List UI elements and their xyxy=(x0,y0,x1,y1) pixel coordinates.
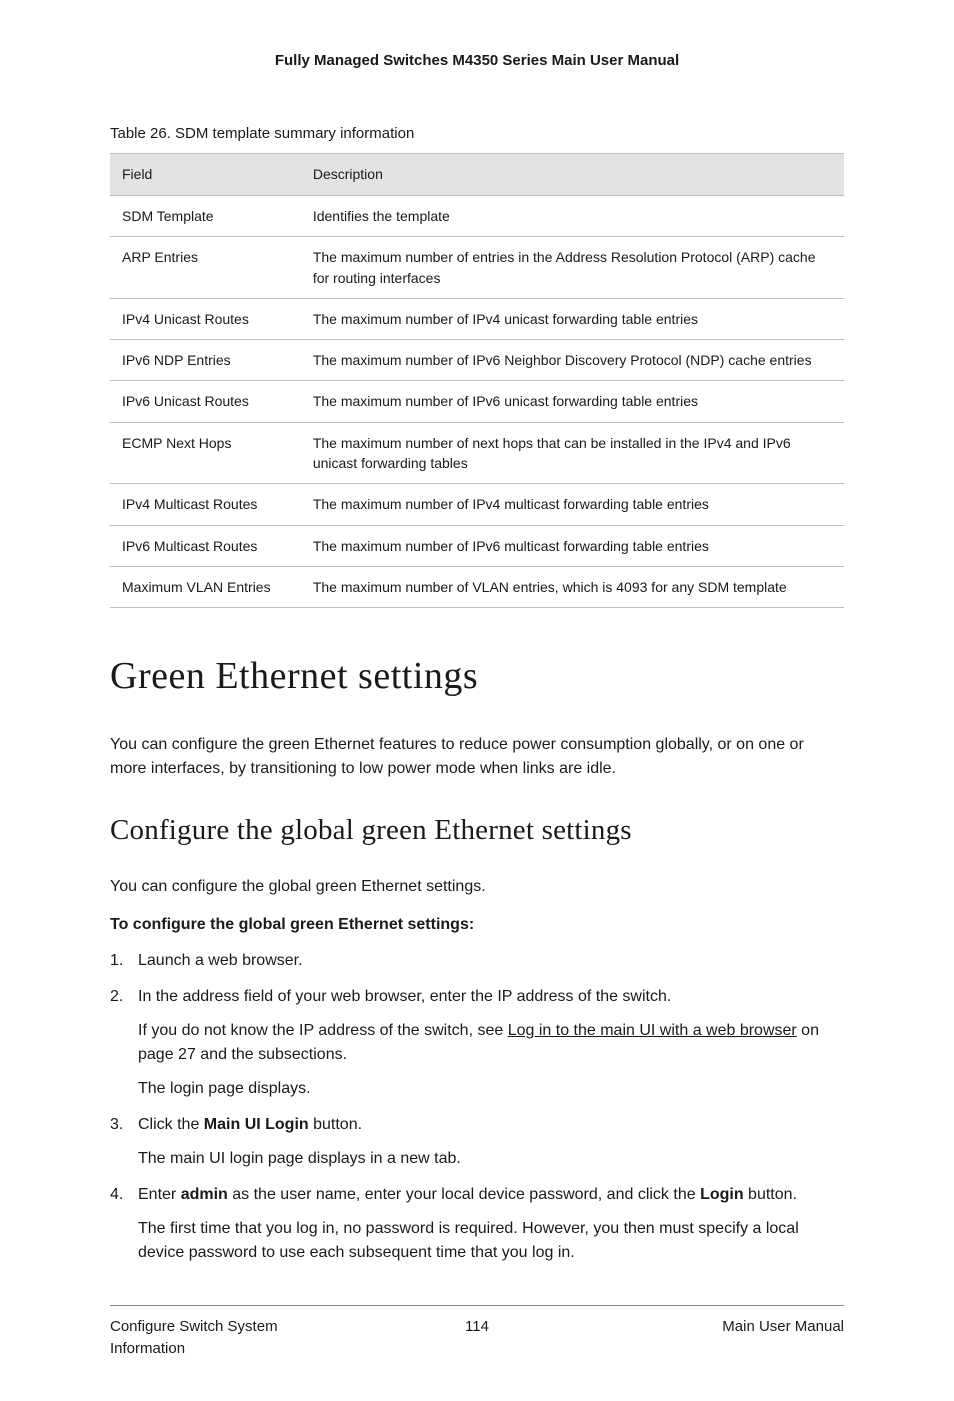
table-row: IPv4 Unicast RoutesThe maximum number of… xyxy=(110,298,844,339)
procedure-title: To configure the global green Ethernet s… xyxy=(110,913,844,937)
cell-field: IPv4 Multicast Routes xyxy=(110,484,301,525)
step-subtext: The first time that you log in, no passw… xyxy=(138,1217,844,1265)
step-2: In the address field of your web browser… xyxy=(110,985,844,1101)
cell-field: IPv6 NDP Entries xyxy=(110,340,301,381)
table-row: IPv4 Multicast RoutesThe maximum number … xyxy=(110,484,844,525)
table-row: ECMP Next HopsThe maximum number of next… xyxy=(110,422,844,484)
footer-right: Main User Manual xyxy=(602,1316,844,1339)
ui-label-bold: admin xyxy=(181,1186,228,1203)
cell-desc: The maximum number of VLAN entries, whic… xyxy=(301,566,844,607)
cell-desc: The maximum number of IPv4 unicast forwa… xyxy=(301,298,844,339)
text-fragment: If you do not know the IP address of the… xyxy=(138,1022,508,1039)
cell-desc: The maximum number of IPv6 multicast for… xyxy=(301,525,844,566)
step-text: Launch a web browser. xyxy=(138,952,303,969)
cell-desc: Identifies the template xyxy=(301,196,844,237)
page-footer: Configure Switch System Information 114 … xyxy=(110,1305,844,1361)
table-row: IPv6 NDP EntriesThe maximum number of IP… xyxy=(110,340,844,381)
step-text: In the address field of your web browser… xyxy=(138,988,671,1005)
text-fragment: as the user name, enter your local devic… xyxy=(228,1186,700,1203)
step-subtext: If you do not know the IP address of the… xyxy=(138,1019,844,1067)
ui-label-bold: Main UI Login xyxy=(204,1116,309,1133)
table-caption: Table 26. SDM template summary informati… xyxy=(110,123,844,146)
step-subtext: The main UI login page displays in a new… xyxy=(138,1147,844,1171)
sdm-template-table: Field Description SDM TemplateIdentifies… xyxy=(110,153,844,608)
text-fragment: Enter xyxy=(138,1186,181,1203)
table-row: IPv6 Multicast RoutesThe maximum number … xyxy=(110,525,844,566)
cell-desc: The maximum number of entries in the Add… xyxy=(301,237,844,299)
table-row: Maximum VLAN EntriesThe maximum number o… xyxy=(110,566,844,607)
cell-field: IPv4 Unicast Routes xyxy=(110,298,301,339)
step-3: Click the Main UI Login button. The main… xyxy=(110,1113,844,1171)
step-1: Launch a web browser. xyxy=(110,949,844,973)
cell-field: ECMP Next Hops xyxy=(110,422,301,484)
column-header-field: Field xyxy=(110,154,301,196)
cell-field: IPv6 Multicast Routes xyxy=(110,525,301,566)
text-fragment: button. xyxy=(744,1186,797,1203)
cell-field: SDM Template xyxy=(110,196,301,237)
ui-label-bold: Login xyxy=(700,1186,744,1203)
text-fragment: button. xyxy=(309,1116,362,1133)
text-fragment: Click the xyxy=(138,1116,204,1133)
subsection-lead: You can configure the global green Ether… xyxy=(110,875,844,899)
section-intro: You can configure the green Ethernet fea… xyxy=(110,733,844,781)
cross-reference-link[interactable]: Log in to the main UI with a web browser xyxy=(508,1022,797,1039)
step-4: Enter admin as the user name, enter your… xyxy=(110,1183,844,1265)
cell-field: Maximum VLAN Entries xyxy=(110,566,301,607)
cell-field: ARP Entries xyxy=(110,237,301,299)
cell-desc: The maximum number of IPv6 Neighbor Disc… xyxy=(301,340,844,381)
cell-desc: The maximum number of IPv6 unicast forwa… xyxy=(301,381,844,422)
section-heading: Green Ethernet settings xyxy=(110,648,844,705)
cell-desc: The maximum number of next hops that can… xyxy=(301,422,844,484)
footer-page-number: 114 xyxy=(356,1316,598,1339)
table-row: ARP EntriesThe maximum number of entries… xyxy=(110,237,844,299)
table-row: IPv6 Unicast RoutesThe maximum number of… xyxy=(110,381,844,422)
procedure-steps: Launch a web browser. In the address fie… xyxy=(110,949,844,1265)
step-subtext: The login page displays. xyxy=(138,1077,844,1101)
footer-left: Configure Switch System Information xyxy=(110,1316,352,1361)
subsection-heading: Configure the global green Ethernet sett… xyxy=(110,809,844,853)
cell-field: IPv6 Unicast Routes xyxy=(110,381,301,422)
column-header-description: Description xyxy=(301,154,844,196)
cell-desc: The maximum number of IPv4 multicast for… xyxy=(301,484,844,525)
table-row: SDM TemplateIdentifies the template xyxy=(110,196,844,237)
document-header: Fully Managed Switches M4350 Series Main… xyxy=(110,50,844,73)
